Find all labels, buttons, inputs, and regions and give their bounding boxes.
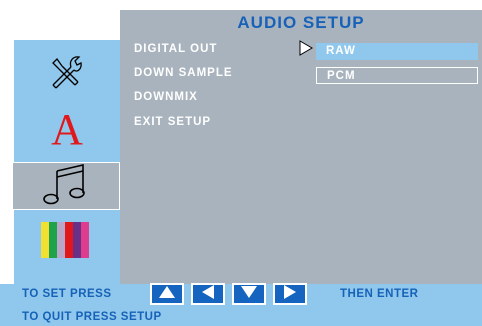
- color-bars-icon: [41, 221, 93, 263]
- right-arrow-icon: [283, 284, 297, 305]
- menu-item-down-sample[interactable]: DOWN SAMPLE: [134, 67, 233, 79]
- sidebar-item-audio[interactable]: [12, 162, 120, 210]
- letter-a-icon: A: [51, 105, 83, 154]
- down-arrow-icon: [240, 285, 258, 304]
- menu-item-downmix[interactable]: DOWNMIX: [134, 91, 198, 103]
- sidebar-item-tools[interactable]: [14, 50, 120, 98]
- up-arrow-icon: [158, 285, 176, 304]
- down-arrow-button[interactable]: [232, 283, 266, 305]
- right-arrow-button[interactable]: [273, 283, 307, 305]
- music-note-icon: [43, 163, 89, 210]
- sidebar: A: [12, 40, 120, 284]
- option-raw[interactable]: RAW: [316, 43, 478, 60]
- up-arrow-button[interactable]: [150, 283, 184, 305]
- setup-screen: AUDIO SETUP A DIGITAL OUT DOWN SAMPLE DO…: [0, 0, 482, 326]
- selection-arrow-icon: [299, 40, 313, 61]
- left-arrow-icon: [201, 284, 215, 305]
- page-title: AUDIO SETUP: [237, 13, 365, 32]
- left-arrow-button[interactable]: [191, 283, 225, 305]
- then-enter-text: THEN ENTER: [340, 288, 419, 300]
- sidebar-item-video[interactable]: [14, 218, 120, 266]
- quit-press-text: TO QUIT PRESS SETUP: [22, 311, 162, 323]
- option-pcm[interactable]: PCM: [316, 67, 478, 84]
- tools-icon: [47, 53, 87, 96]
- sidebar-item-language[interactable]: A: [14, 106, 120, 154]
- menu-item-exit-setup[interactable]: EXIT SETUP: [134, 116, 211, 128]
- menu-item-digital-out[interactable]: DIGITAL OUT: [134, 43, 217, 55]
- set-press-text: TO SET PRESS: [22, 288, 112, 300]
